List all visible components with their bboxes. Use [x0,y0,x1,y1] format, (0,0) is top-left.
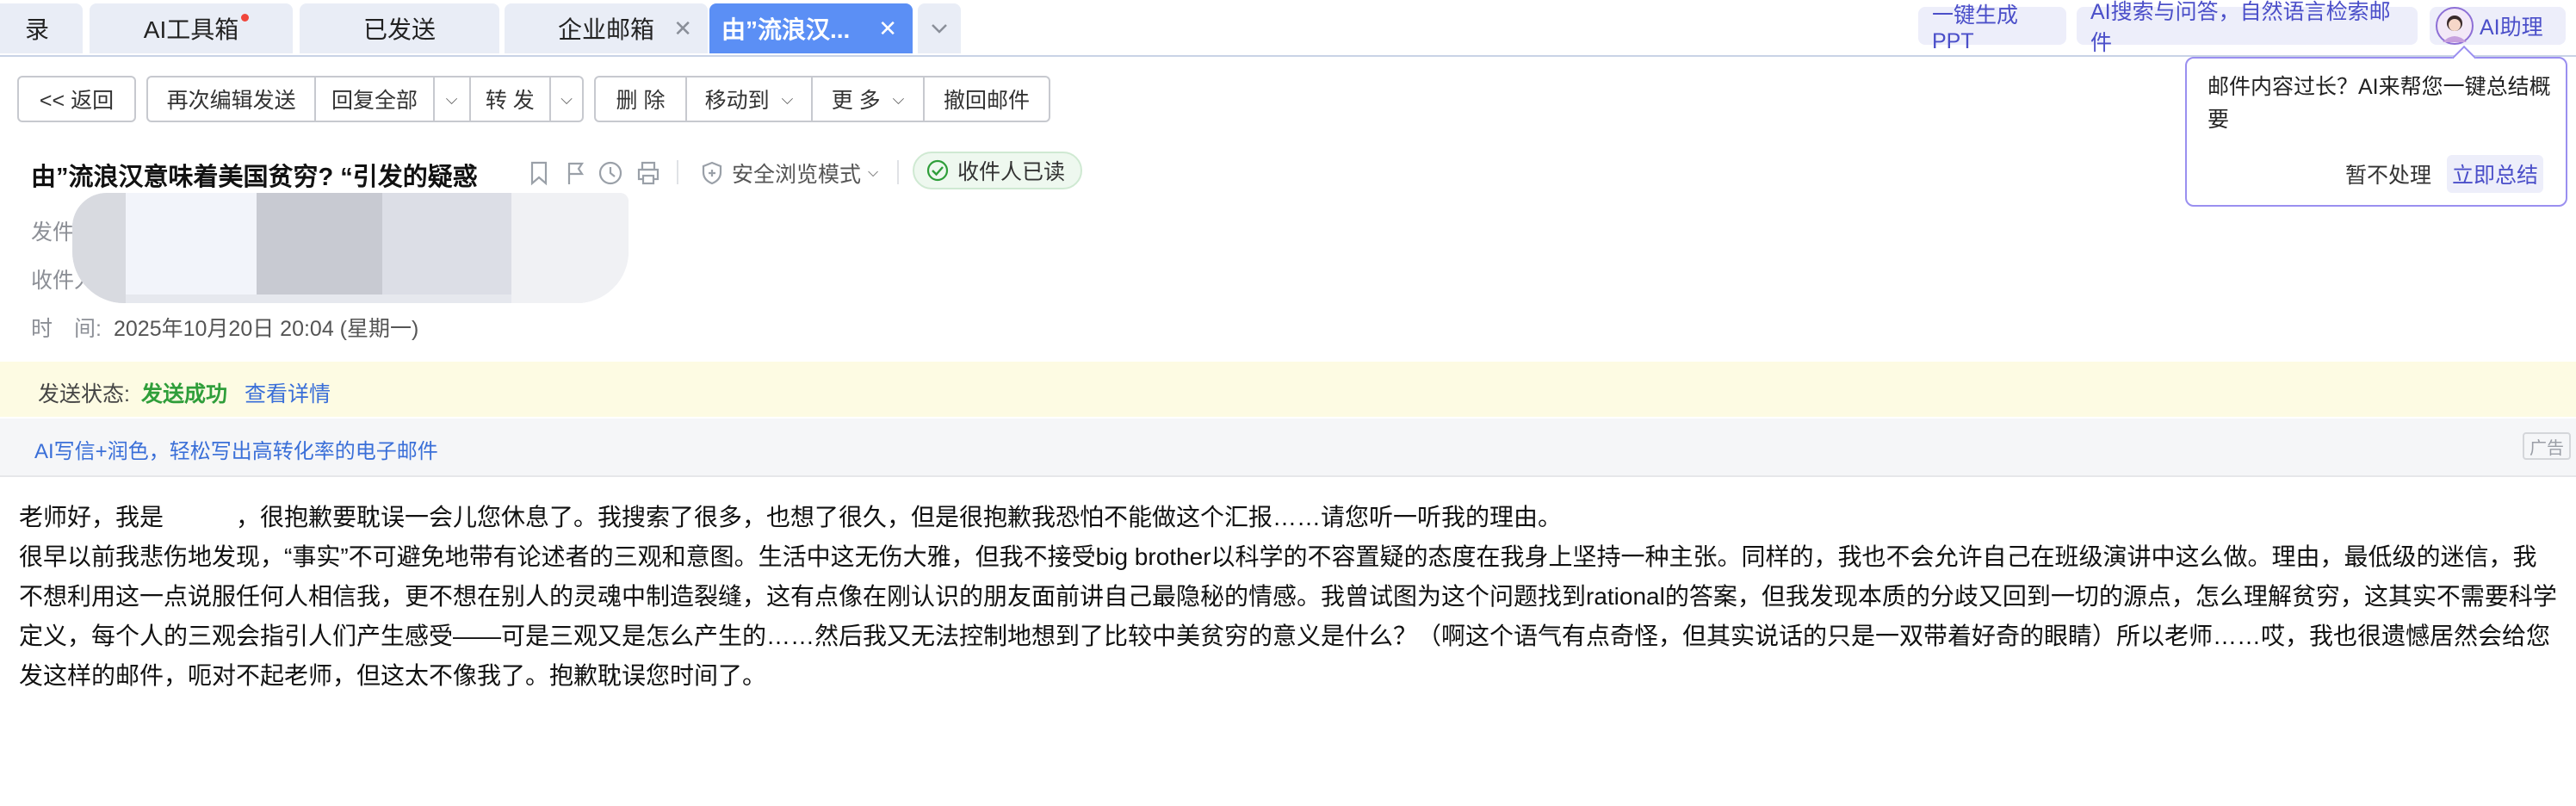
close-icon[interactable]: ✕ [673,17,692,40]
summarize-now-button[interactable]: 立即总结 [2447,155,2543,193]
tab-label: 已发送 [362,16,436,43]
send-status-value: 发送成功 [141,382,228,406]
ai-summary-popover: 邮件内容过长？AI来帮您一键总结概要 暂不处理 立即总结 [2185,45,2567,207]
more-label: 更 多 [831,89,881,113]
tab-label: 由”流浪汉... [721,16,851,43]
body-paragraph: 老师好，我是 ，很抱歉要耽误一会儿您休息了。我搜索了很多，也想了很久，但是很抱歉… [19,504,1563,530]
check-circle-icon [926,159,949,182]
forward-dropdown[interactable]: ⌵ [551,78,582,121]
tab-current-mail[interactable]: 由”流浪汉... ✕ [709,3,913,53]
more-button[interactable]: 更 多 ⌵ [813,78,925,121]
safe-browse-mode-toggle[interactable]: 安全浏览模式 ⌵ [701,160,879,187]
tab-label: 录 [24,16,49,43]
manage-button-group: 删 除 移动到 ⌵ 更 多 ⌵ 撤回邮件 [594,76,1050,122]
mail-body: 老师好，我是 ，很抱歉要耽误一会儿您休息了。我搜索了很多，也想了很久，但是很抱歉… [19,498,2559,696]
notification-dot [241,14,249,22]
tab-label: AI工具箱 [143,16,239,43]
recall-mail-button[interactable]: 撤回邮件 [925,78,1049,121]
bookmark-icon[interactable] [527,160,551,186]
reply-button-group: 再次编辑发送 回复全部 ⌵ 转 发 ⌵ [146,76,584,122]
tab-label: 企业邮箱 [557,16,654,43]
time-label: 时 间: [31,317,102,341]
shield-icon [702,161,722,185]
body-paragraph: 很早以前我悲伤地发现，“事实”不可避免地带有论述者的三观和意图。生活中这无伤大雅… [19,543,2557,689]
divider [897,160,899,184]
move-to-label: 移动到 [704,89,770,113]
chevron-down-icon: ⌵ [892,90,905,108]
read-receipt-badge: 收件人已读 [913,152,1083,189]
time-value: 2025年10月20日 20:04 (星期一) [114,317,419,341]
move-to-button[interactable]: 移动到 ⌵ [687,78,813,121]
back-button-group: << 返回 [17,76,136,122]
delete-button[interactable]: 删 除 [596,78,687,121]
chevron-down-icon [932,24,947,34]
reply-all-button[interactable]: 回复全部 [316,78,435,121]
clock-icon[interactable] [598,160,623,186]
reply-all-dropdown[interactable]: ⌵ [435,78,471,121]
forward-button[interactable]: 转 发 [471,78,552,121]
divider [677,160,678,184]
generate-ppt-button[interactable]: 一键生成PPT [1918,3,2066,53]
tab-ai-toolbox[interactable]: AI工具箱 [90,3,293,53]
send-status-label: 发送状态: [38,382,130,406]
ai-assistant-button[interactable]: AI助理 [2430,7,2566,45]
read-status-label: 收件人已读 [957,160,1066,184]
ai-assistant-label: AI助理 [2480,16,2543,40]
ai-search-label: AI搜索与问答，自然语言检索邮件 [2090,0,2391,55]
send-status-bar: 发送状态: 发送成功 查看详情 [0,362,2576,417]
reedit-send-button[interactable]: 再次编辑发送 [148,78,317,121]
tab-list-dropdown[interactable] [918,3,961,53]
tab-partial-left[interactable]: 录 [0,3,83,53]
flag-icon[interactable] [563,160,587,186]
view-details-link[interactable]: 查看详情 [245,377,331,408]
tab-bar-divider [0,55,2576,57]
chevron-down-icon: ⌵ [781,90,794,108]
ad-badge: 广告 [2523,432,2571,460]
ad-link[interactable]: AI写信+润色，轻松写出高转化率的电子邮件 [34,434,438,464]
print-icon[interactable] [635,160,661,186]
tab-enterprise-mail[interactable]: 企业邮箱 ✕ [505,3,708,53]
tab-bar: 录 AI工具箱 已发送 企业邮箱 ✕ 由”流浪汉... ✕ 一键生成PPT AI… [0,0,2576,55]
tab-sent[interactable]: 已发送 [300,3,499,53]
back-button[interactable]: << 返回 [19,78,134,121]
mail-subject: 由”流浪汉意味着美国贫穷? “引发的疑惑 [31,164,478,191]
ai-search-button[interactable]: AI搜索与问答，自然语言检索邮件 [2077,0,2418,55]
chevron-down-icon: ⌵ [560,90,573,108]
ai-avatar-icon [2436,7,2474,45]
ignore-button[interactable]: 暂不处理 [2340,155,2437,193]
from-label: 发件 [31,220,75,245]
ad-banner: AI写信+润色，轻松写出高转化率的电子邮件 广告 [0,418,2576,477]
popover-message: 邮件内容过长？AI来帮您一键总结概要 [2208,75,2551,132]
generate-ppt-label: 一键生成PPT [1932,3,2019,53]
redacted-contacts [72,193,629,303]
safe-browse-mode-label: 安全浏览模式 [732,163,862,187]
chevron-down-icon: ⌵ [868,165,879,180]
chevron-down-icon: ⌵ [445,90,458,108]
close-icon[interactable]: ✕ [878,17,897,40]
